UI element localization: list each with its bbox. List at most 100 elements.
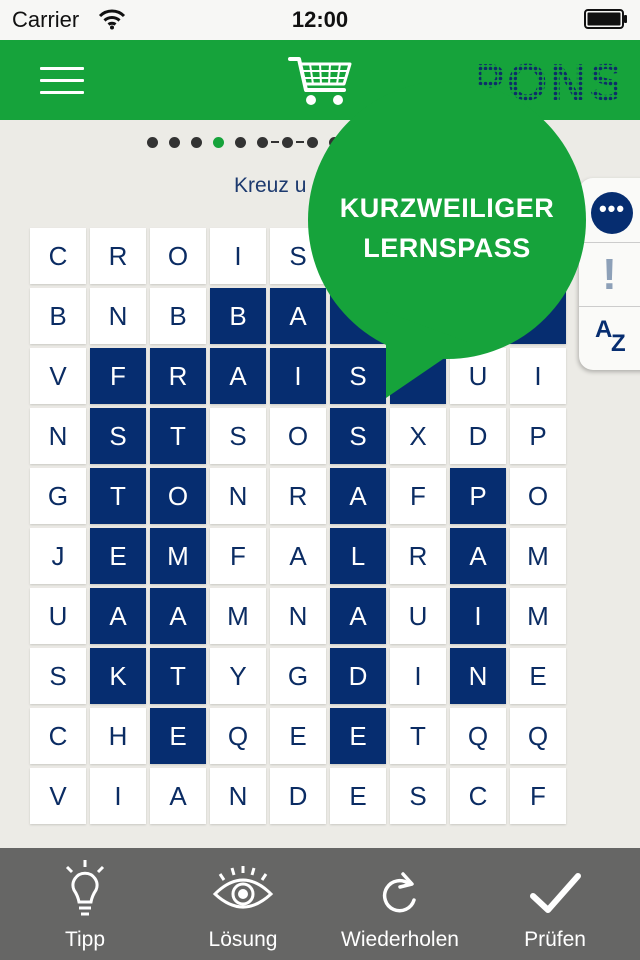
grid-cell[interactable]: T (150, 648, 206, 704)
hamburger-menu-icon[interactable] (40, 67, 84, 95)
repeat-button[interactable]: Wiederholen (320, 848, 480, 960)
status-time: 12:00 (291, 7, 349, 32)
grid-cell[interactable]: N (30, 408, 86, 464)
grid-cell[interactable]: V (30, 768, 86, 824)
grid-cell[interactable]: J (30, 528, 86, 584)
progress-dot (235, 136, 246, 148)
grid-cell[interactable]: T (390, 708, 446, 764)
grid-cell[interactable]: A (270, 528, 326, 584)
grid-cell[interactable]: U (30, 588, 86, 644)
tip-button[interactable]: Tipp (5, 848, 165, 960)
grid-cell[interactable]: H (90, 708, 146, 764)
grid-cell[interactable]: S (390, 768, 446, 824)
grid-cell[interactable]: E (270, 708, 326, 764)
progress-dot (257, 136, 268, 148)
grid-cell[interactable]: N (270, 588, 326, 644)
bottom-toolbar: Tipp Lösung Wiederholen Prüfen (0, 848, 640, 960)
grid-cell[interactable]: R (270, 468, 326, 524)
solution-button[interactable]: Lösung (163, 848, 323, 960)
grid-cell[interactable]: S (330, 408, 386, 464)
grid-cell[interactable]: D (450, 408, 506, 464)
grid-cell[interactable]: S (30, 648, 86, 704)
grid-cell[interactable]: P (450, 468, 506, 524)
grid-cell[interactable]: A (150, 768, 206, 824)
solution-label: Lösung (208, 928, 278, 951)
grid-cell[interactable]: E (330, 708, 386, 764)
grid-cell[interactable]: S (90, 408, 146, 464)
grid-cell[interactable]: Y (210, 648, 266, 704)
grid-cell[interactable]: Q (210, 708, 266, 764)
grid-cell[interactable]: F (390, 468, 446, 524)
eye-icon (212, 866, 274, 909)
grid-cell[interactable]: A (210, 348, 266, 404)
grid-cell[interactable]: M (510, 588, 566, 644)
grid-cell[interactable]: C (30, 228, 86, 284)
grid-cell[interactable]: X (390, 408, 446, 464)
grid-cell[interactable]: E (90, 528, 146, 584)
grid-cell[interactable]: M (510, 528, 566, 584)
grid-cell[interactable]: K (90, 648, 146, 704)
status-bar: Carrier 12:00 (0, 0, 640, 40)
grid-cell[interactable]: A (330, 588, 386, 644)
grid-cell[interactable]: N (450, 648, 506, 704)
grid-cell[interactable]: B (210, 288, 266, 344)
progress-connector (271, 141, 279, 143)
progress-dot (282, 136, 293, 148)
grid-cell[interactable]: I (450, 588, 506, 644)
grid-cell[interactable]: F (90, 348, 146, 404)
instruction-text: Kreuz u (234, 174, 307, 197)
check-label: Prüfen (524, 928, 586, 951)
grid-cell[interactable]: M (150, 528, 206, 584)
progress-dot (191, 136, 202, 148)
grid-cell[interactable]: Q (450, 708, 506, 764)
grid-cell[interactable]: D (330, 648, 386, 704)
grid-cell[interactable]: E (330, 768, 386, 824)
grid-cell[interactable]: V (30, 348, 86, 404)
grid-cell[interactable]: S (210, 408, 266, 464)
grid-cell[interactable]: M (210, 588, 266, 644)
grid-cell[interactable]: N (210, 768, 266, 824)
grid-cell[interactable]: U (390, 588, 446, 644)
grid-cell[interactable]: A (90, 588, 146, 644)
grid-cell[interactable]: L (330, 528, 386, 584)
grid-cell[interactable]: O (150, 228, 206, 284)
grid-cell[interactable]: F (210, 528, 266, 584)
grid-cell[interactable]: O (150, 468, 206, 524)
check-button[interactable]: Prüfen (475, 848, 635, 960)
checkmark-icon (530, 873, 581, 913)
grid-cell[interactable]: A (150, 588, 206, 644)
grid-cell[interactable]: C (30, 708, 86, 764)
grid-cell[interactable]: A (330, 468, 386, 524)
grid-cell[interactable]: G (30, 468, 86, 524)
grid-cell[interactable]: R (90, 228, 146, 284)
grid-cell[interactable]: E (510, 648, 566, 704)
grid-cell[interactable]: C (450, 768, 506, 824)
grid-cell[interactable]: E (150, 708, 206, 764)
grid-cell[interactable]: F (510, 768, 566, 824)
grid-cell[interactable]: I (390, 648, 446, 704)
grid-cell[interactable]: R (150, 348, 206, 404)
az-icon-z: Z (611, 330, 626, 357)
grid-cell[interactable]: G (270, 648, 326, 704)
grid-cell[interactable]: T (90, 468, 146, 524)
progress-dot (169, 136, 180, 148)
repeat-label: Wiederholen (341, 928, 459, 951)
lightbulb-icon (65, 860, 105, 916)
grid-cell[interactable]: B (150, 288, 206, 344)
grid-cell[interactable]: I (90, 768, 146, 824)
promo-text: KURZWEILIGER LERNSPASS (306, 188, 588, 268)
grid-cell[interactable]: D (270, 768, 326, 824)
grid-cell[interactable]: N (210, 468, 266, 524)
refresh-icon (382, 872, 416, 913)
grid-cell[interactable]: A (450, 528, 506, 584)
progress-dot (213, 136, 224, 148)
grid-cell[interactable]: B (30, 288, 86, 344)
grid-cell[interactable]: O (510, 468, 566, 524)
grid-cell[interactable]: N (90, 288, 146, 344)
grid-cell[interactable]: P (510, 408, 566, 464)
grid-cell[interactable]: T (150, 408, 206, 464)
grid-cell[interactable]: R (390, 528, 446, 584)
grid-cell[interactable]: I (210, 228, 266, 284)
grid-cell[interactable]: O (270, 408, 326, 464)
grid-cell[interactable]: Q (510, 708, 566, 764)
